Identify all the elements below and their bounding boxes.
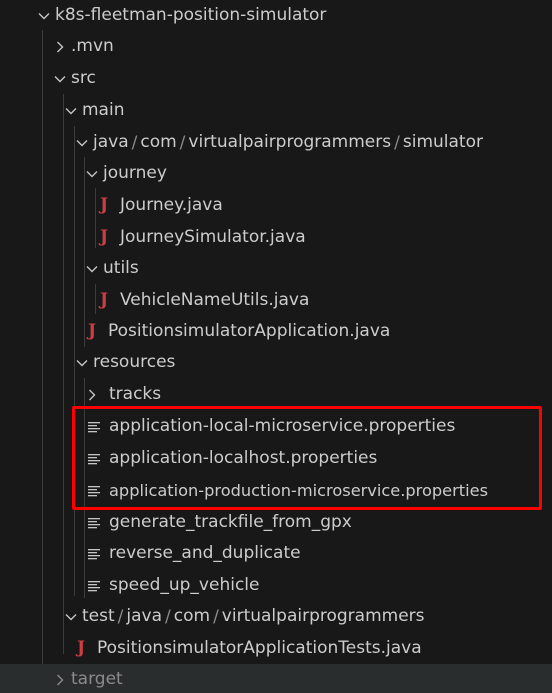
tree-item-label: src — [71, 68, 96, 88]
tree-item-label: JourneySimulator.java — [120, 227, 306, 247]
tree-item-label: Journey.java — [120, 195, 223, 215]
chevron-down-icon — [49, 72, 71, 86]
path-segment-test[interactable]: test — [82, 601, 115, 632]
tree-item-journey-java[interactable]: J Journey.java — [0, 190, 552, 221]
tree-item-label: reverse_and_duplicate — [109, 543, 301, 563]
path-separator: / — [117, 606, 124, 627]
path-separator: / — [213, 606, 219, 627]
text-file-icon — [83, 517, 105, 529]
chevron-down-icon — [71, 136, 93, 150]
highlight-box — [72, 406, 542, 510]
tree-item-speed-up-vehicle[interactable]: speed_up_vehicle — [0, 570, 552, 601]
tree-item-generate-trackfile-from-gpx[interactable]: generate_trackfile_from_gpx — [0, 507, 552, 538]
chevron-right-icon — [81, 388, 103, 402]
tree-item-label: PositionsimulatorApplication.java — [108, 321, 391, 341]
java-file-icon: J — [87, 321, 97, 341]
chevron-right-icon — [49, 673, 71, 687]
tree-item-label: utils — [103, 258, 139, 278]
tree-item-reverse-and-duplicate[interactable]: reverse_and_duplicate — [0, 538, 552, 569]
path-segment-java[interactable]: java — [93, 127, 129, 158]
chevron-down-icon — [33, 9, 55, 23]
path-segment-java[interactable]: java — [126, 601, 162, 632]
tree-item-main[interactable]: main — [0, 95, 552, 126]
tree-item-label: VehicleNameUtils.java — [120, 290, 310, 310]
chevron-down-icon — [60, 610, 82, 624]
text-file-icon — [83, 548, 105, 560]
tree-item-resources[interactable]: resources — [0, 347, 552, 378]
path-separator: / — [179, 132, 186, 153]
tree-item-label: main — [82, 100, 125, 120]
path-segment-virtualpairprogrammers[interactable]: virtualpairprogrammers — [222, 601, 425, 632]
path-separator: / — [131, 132, 138, 153]
tree-item-target[interactable]: target — [0, 664, 552, 693]
tree-item-utils[interactable]: utils — [0, 253, 552, 284]
tree-item-journeysimulator-java[interactable]: J JourneySimulator.java — [0, 222, 552, 253]
chevron-down-icon — [71, 356, 93, 370]
chevron-down-icon — [81, 167, 103, 181]
text-file-icon — [83, 580, 105, 592]
tree-item-label: k8s-fleetman-position-simulator — [55, 5, 327, 25]
tree-item-positionsimulatorapplication-java[interactable]: J PositionsimulatorApplication.java — [0, 316, 552, 347]
path-segment-com[interactable]: com — [140, 127, 176, 158]
path-segment-com[interactable]: com — [174, 601, 210, 632]
tree-item-vehiclenameutils-java[interactable]: J VehicleNameUtils.java — [0, 285, 552, 316]
tree-item-mvn[interactable]: .mvn — [0, 31, 552, 62]
tree-item-test-package-path[interactable]: test / java / com / virtualpairprogrammers — [0, 601, 552, 632]
tree-item-label: resources — [93, 352, 176, 372]
chevron-down-icon — [60, 104, 82, 118]
tree-item-label: generate_trackfile_from_gpx — [109, 512, 352, 532]
tree-item-label: journey — [103, 163, 167, 183]
java-file-icon: J — [99, 290, 109, 310]
java-file-icon: J — [99, 227, 109, 247]
tree-item-positionsimulatorapplicationtests-java[interactable]: J PositionsimulatorApplicationTests.java — [0, 633, 552, 664]
chevron-right-icon — [49, 40, 71, 54]
tree-item-src[interactable]: src — [0, 63, 552, 94]
tree-item-journey[interactable]: journey — [0, 158, 552, 189]
chevron-down-icon — [81, 262, 103, 276]
file-explorer-tree: k8s-fleetman-position-simulator .mvn src… — [0, 0, 552, 693]
tree-item-label: PositionsimulatorApplicationTests.java — [97, 638, 422, 658]
tree-item-k8s-fleetman-position-simulator[interactable]: k8s-fleetman-position-simulator — [0, 0, 552, 31]
tree-item-label: speed_up_vehicle — [109, 575, 260, 595]
path-separator: / — [165, 606, 171, 627]
tree-item-label: target — [71, 669, 123, 689]
java-file-icon: J — [99, 195, 109, 215]
tree-item-label: .mvn — [71, 36, 114, 56]
java-file-icon: J — [76, 638, 86, 658]
path-segment-virtualpairprogrammers[interactable]: virtualpairprogrammers — [188, 127, 391, 158]
path-segment-simulator[interactable]: simulator — [403, 127, 483, 158]
tree-item-java-package-path[interactable]: java / com / virtualpairprogrammers / simulato… — [0, 127, 552, 158]
path-separator: / — [394, 132, 400, 153]
